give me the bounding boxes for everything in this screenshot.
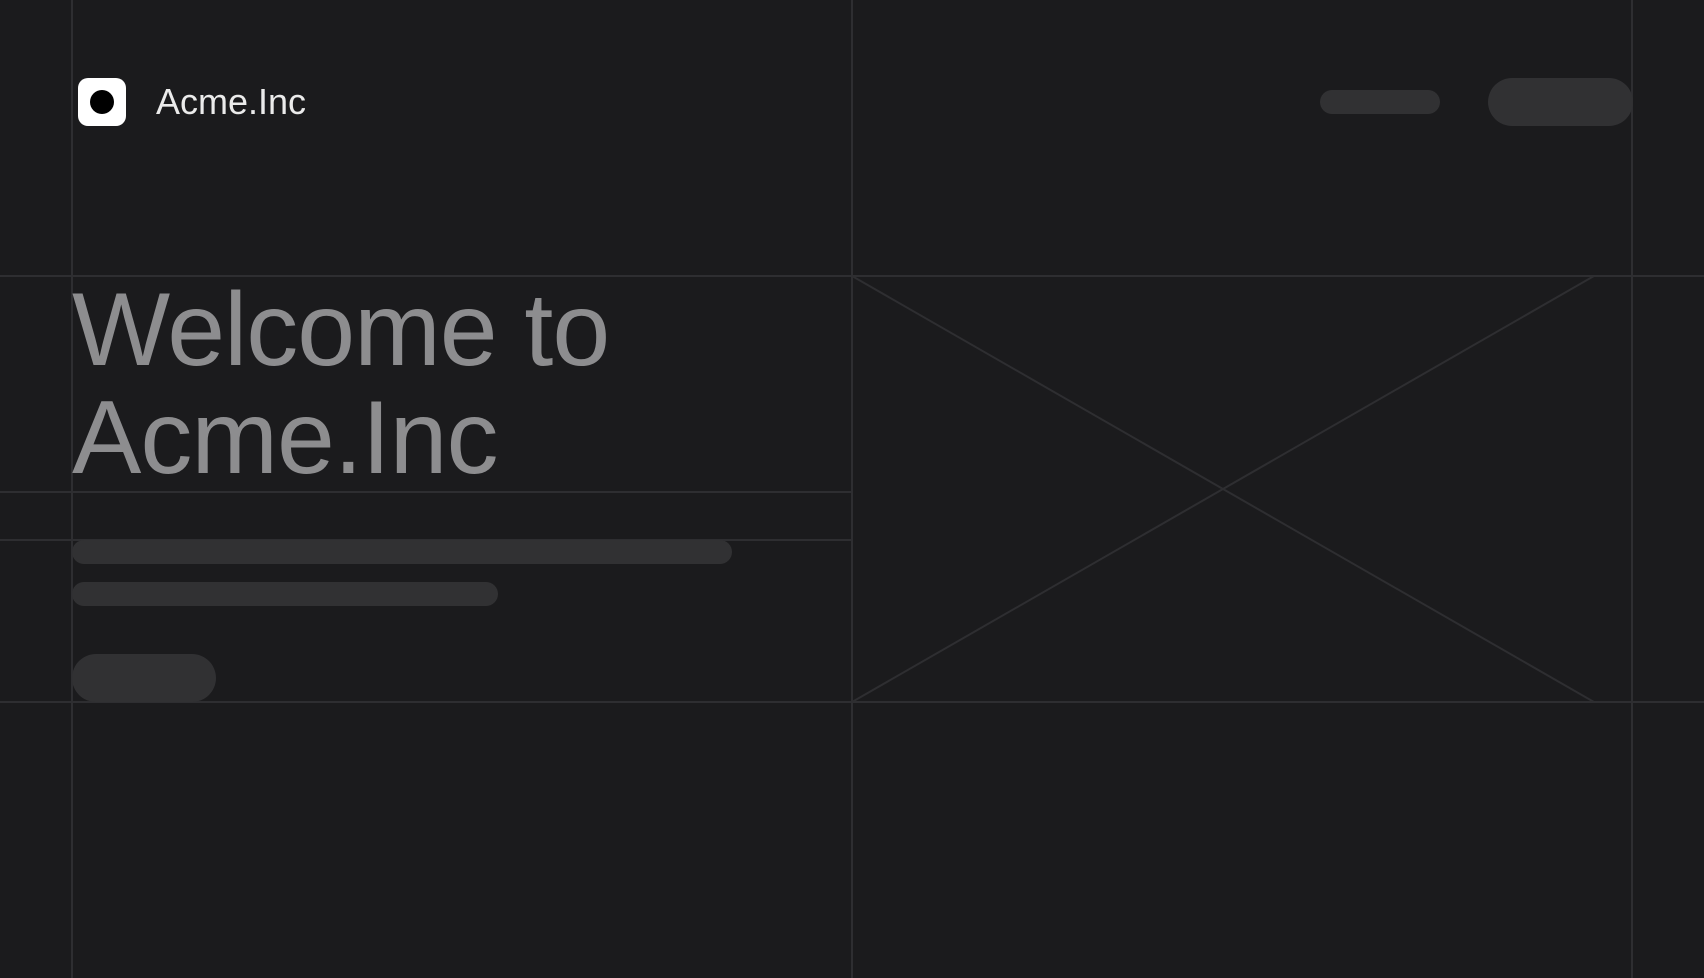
landing-page-wireframe: Acme.Inc Welcome to Acme.Inc (0, 0, 1704, 978)
hero-text-placeholder-line-1 (72, 540, 732, 564)
hero-text-placeholder-line-2 (72, 582, 498, 606)
hero-title-line-1: Welcome to (72, 272, 610, 388)
image-placeholder (852, 276, 1594, 702)
nav-link-placeholder[interactable] (1320, 90, 1440, 114)
nav-button-placeholder[interactable] (1488, 78, 1633, 126)
brand-name[interactable]: Acme.Inc (156, 79, 306, 125)
logo-dot-icon (90, 90, 114, 114)
hero-title-line-2: Acme.Inc (72, 380, 498, 496)
hero-title: Welcome to Acme.Inc (72, 276, 832, 492)
image-placeholder-icon (852, 276, 1594, 702)
brand-logo[interactable] (78, 78, 126, 126)
grid-line-vertical-right (1631, 0, 1633, 978)
cta-button-placeholder[interactable] (72, 654, 216, 702)
